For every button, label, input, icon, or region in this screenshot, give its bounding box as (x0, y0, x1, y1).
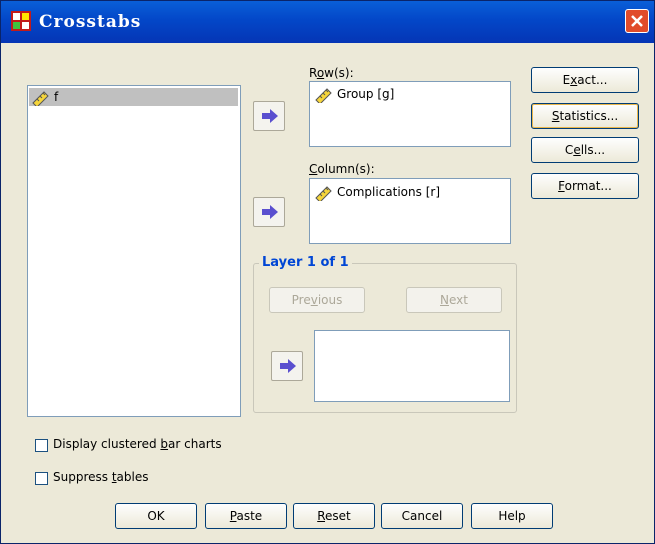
clustered-bar-charts-label: Display clustered bar charts (53, 437, 222, 451)
scale-variable-icon (315, 185, 332, 201)
right-arrow-icon (262, 205, 278, 219)
scale-variable-icon (315, 87, 332, 103)
suppress-tables-checkbox[interactable] (35, 472, 48, 485)
format-button[interactable]: Format... (531, 173, 639, 199)
crosstabs-dialog: Crosstabs f Row(s): Group [g] Column(s): (0, 0, 655, 544)
help-button[interactable]: Help (471, 503, 553, 529)
rows-list[interactable]: Group [g] (309, 81, 511, 147)
paste-button[interactable]: Paste (205, 503, 287, 529)
ok-button[interactable]: OK (115, 503, 197, 529)
columns-list[interactable]: Complications [r] (309, 178, 511, 244)
exact-button[interactable]: Exact... (531, 67, 639, 93)
suppress-tables-label: Suppress tables (53, 470, 149, 484)
move-to-layer-button[interactable] (271, 351, 303, 381)
window-title: Crosstabs (39, 12, 142, 32)
layer-list[interactable] (314, 330, 510, 402)
list-item[interactable]: Group [g] (312, 85, 394, 103)
right-arrow-icon (262, 109, 278, 123)
crosstabs-app-icon (11, 11, 31, 31)
cells-button[interactable]: Cells... (531, 137, 639, 163)
previous-button[interactable]: Previous (269, 287, 365, 313)
clustered-bar-charts-checkbox[interactable] (35, 439, 48, 452)
row-variable-label: Group [g] (337, 87, 395, 101)
reset-button[interactable]: Reset (293, 503, 375, 529)
title-bar[interactable]: Crosstabs (1, 1, 654, 43)
move-to-rows-button[interactable] (253, 101, 285, 131)
rows-label: Row(s): (309, 66, 354, 80)
list-item[interactable]: f (29, 88, 238, 106)
cancel-button[interactable]: Cancel (381, 503, 463, 529)
variable-name: f (54, 90, 59, 104)
column-variable-label: Complications [r] (337, 185, 440, 199)
right-arrow-icon (280, 359, 296, 373)
statistics-button[interactable]: Statistics... (531, 103, 639, 129)
move-to-columns-button[interactable] (253, 197, 285, 227)
close-icon (631, 15, 643, 27)
scale-variable-icon (32, 90, 49, 106)
layer-title: Layer 1 of 1 (259, 255, 352, 270)
next-button[interactable]: Next (406, 287, 502, 313)
columns-label: Column(s): (309, 162, 375, 176)
close-button[interactable] (625, 9, 649, 33)
source-variable-list[interactable]: f (27, 85, 241, 417)
list-item[interactable]: Complications [r] (312, 183, 440, 201)
